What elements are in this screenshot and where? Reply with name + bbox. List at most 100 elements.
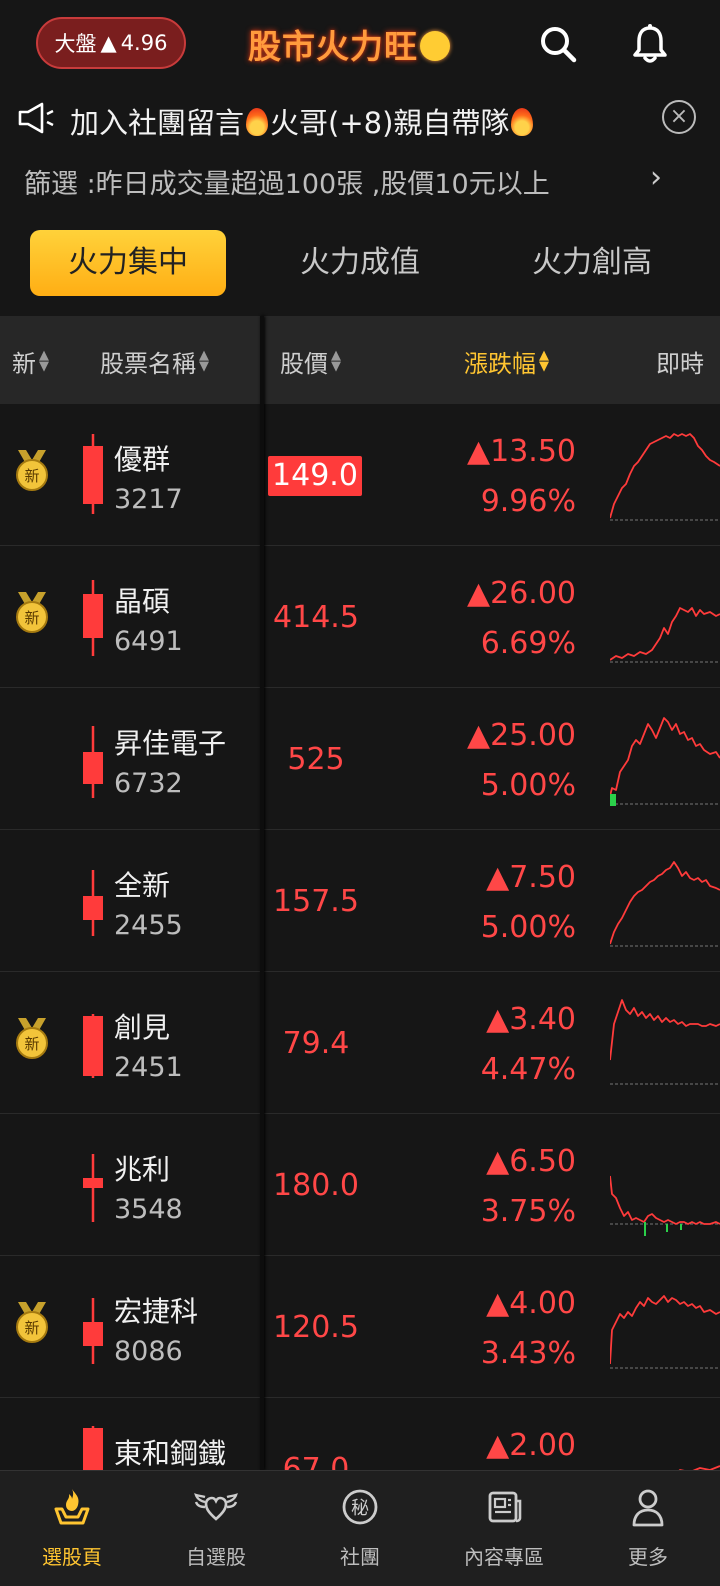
price-change: ▲2.00 bbox=[486, 1428, 576, 1463]
col-new[interactable]: 新 ▲ ▼ bbox=[12, 344, 49, 379]
price-change: ▲4.00 bbox=[486, 1286, 576, 1321]
brand-logo: 股市火力旺 bbox=[248, 20, 478, 70]
nav-more[interactable]: 更多 bbox=[576, 1471, 720, 1586]
stock-code: 3217 bbox=[114, 484, 183, 515]
svg-text:新: 新 bbox=[24, 1319, 39, 1337]
svg-text:新: 新 bbox=[24, 609, 39, 627]
table-row[interactable]: 新 晶碩 6491 414.5 ▲26.00 6.69% bbox=[0, 546, 720, 688]
table-row[interactable]: 新 宏捷科 8086 120.5 ▲4.00 3.43% bbox=[0, 1256, 720, 1398]
flame-icon bbox=[246, 108, 269, 136]
stock-name: 宏捷科 bbox=[114, 1295, 199, 1328]
stock-price: 157.5 bbox=[273, 884, 359, 919]
search-icon[interactable] bbox=[536, 22, 580, 66]
stock-price: 525 bbox=[287, 742, 345, 777]
col-realtime[interactable]: 即時 bbox=[656, 344, 704, 379]
intraday-sparkline bbox=[610, 1295, 720, 1369]
stock-name: 優群 bbox=[114, 443, 171, 476]
stock-price: 79.4 bbox=[282, 1026, 350, 1061]
stock-name: 東和鋼鐵 bbox=[114, 1437, 227, 1470]
stock-code: 2455 bbox=[114, 910, 183, 941]
new-medal-icon: 新 bbox=[16, 450, 48, 491]
stock-code: 6491 bbox=[114, 626, 183, 657]
announcement-bar[interactable]: 加入社團留言 火哥(+8)親自帶隊 × bbox=[0, 92, 720, 150]
intraday-sparkline bbox=[610, 607, 720, 663]
col-change[interactable]: 漲跌幅 ▲ ▼ bbox=[464, 344, 549, 379]
intraday-sparkline bbox=[610, 1175, 720, 1236]
bell-icon[interactable] bbox=[628, 22, 672, 66]
nav-stock-picking[interactable]: 選股頁 bbox=[0, 1471, 144, 1586]
person-icon bbox=[632, 1489, 664, 1527]
candlestick-icon bbox=[83, 870, 103, 936]
tab-fire-concentration[interactable]: 火力集中 bbox=[30, 230, 226, 296]
nav-watchlist[interactable]: 自選股 bbox=[144, 1471, 288, 1586]
secret-circle-icon: 秘 bbox=[342, 1489, 378, 1525]
filter-text: 篩選 :昨日成交量超過100張 ,股價10元以上 bbox=[24, 169, 550, 200]
stock-code: 2451 bbox=[114, 1052, 183, 1083]
tab-fire-new-high[interactable]: 火力創高 bbox=[494, 230, 690, 296]
stock-name: 全新 bbox=[114, 869, 171, 902]
bottom-nav: 選股頁 自選股 秘 社團 內容專區 更多 bbox=[0, 1470, 720, 1586]
stock-price: 414.5 bbox=[273, 600, 359, 635]
table-row[interactable]: 全新 2455 157.5 ▲7.50 5.00% bbox=[0, 830, 720, 972]
svg-text:新: 新 bbox=[24, 467, 39, 485]
col-name[interactable]: 股票名稱 ▲ ▼ bbox=[100, 344, 209, 379]
price-change: ▲26.00 bbox=[467, 576, 576, 611]
news-icon bbox=[488, 1491, 522, 1523]
index-value: 4.96 bbox=[120, 31, 168, 55]
tab-fire-turnover[interactable]: 火力成值 bbox=[262, 230, 458, 296]
frozen-column-divider bbox=[260, 316, 264, 1470]
sort-icon: ▲ ▼ bbox=[199, 348, 209, 374]
index-label: 大盤 bbox=[54, 32, 97, 56]
tab-bar: 火力集中 火力成值 火力創高 bbox=[0, 228, 720, 302]
svg-text:秘: 秘 bbox=[351, 1498, 369, 1519]
stock-code: 8086 bbox=[114, 1336, 183, 1367]
stock-price: 67.0 bbox=[282, 1452, 350, 1470]
price-change: ▲13.50 bbox=[467, 434, 576, 469]
stock-price: 180.0 bbox=[273, 1168, 359, 1203]
intraday-sparkline bbox=[610, 433, 720, 521]
chevron-right-icon[interactable]: › bbox=[650, 160, 662, 195]
megaphone-icon bbox=[18, 102, 54, 134]
stock-code: 6732 bbox=[114, 768, 183, 799]
stock-name: 昇佳電子 bbox=[114, 727, 227, 760]
nav-community[interactable]: 秘 社團 bbox=[288, 1471, 432, 1586]
filter-bar[interactable]: 篩選 :昨日成交量超過100張 ,股價10元以上 › bbox=[0, 150, 720, 210]
percent-change: 6.69% bbox=[480, 626, 576, 661]
candlestick-icon bbox=[83, 1014, 103, 1078]
table-row[interactable]: 東和鋼鐵 67.0 ▲2.00 bbox=[0, 1398, 720, 1470]
price-change: ▲6.50 bbox=[486, 1144, 576, 1179]
nav-content[interactable]: 內容專區 bbox=[432, 1471, 576, 1586]
price-change: ▲3.40 bbox=[486, 1002, 576, 1037]
candlestick-icon bbox=[83, 1154, 103, 1222]
sort-icon: ▲ ▼ bbox=[331, 348, 341, 374]
winged-heart-icon bbox=[194, 1493, 238, 1521]
candlestick-icon bbox=[83, 434, 103, 514]
percent-change: 3.75% bbox=[480, 1194, 576, 1229]
stock-code: 3548 bbox=[114, 1194, 183, 1225]
table-row[interactable]: 兆利 3548 180.0 ▲6.50 3.75% bbox=[0, 1114, 720, 1256]
stock-list: 新優群 3217 149.0 ▲13.50 9.96% 新晶碩 6491 414.5 ▲26.0… bbox=[0, 404, 720, 1470]
table-row[interactable]: 新 優群 3217 149.0 ▲13.50 9.96% bbox=[0, 404, 720, 546]
intraday-sparkline bbox=[610, 861, 720, 947]
flame-icon bbox=[511, 108, 534, 136]
new-medal-icon: 新 bbox=[16, 1302, 48, 1343]
intraday-sparkline bbox=[610, 717, 720, 806]
percent-change: 3.43% bbox=[480, 1336, 576, 1371]
percent-change: 5.00% bbox=[480, 768, 576, 803]
percent-change: 5.00% bbox=[480, 910, 576, 945]
close-announcement-button[interactable]: × bbox=[662, 100, 696, 134]
table-row[interactable]: 昇佳電子 6732 525 ▲25.00 5.00% bbox=[0, 688, 720, 830]
table-row[interactable]: 新 創見 2451 79.4 ▲3.40 4.47% bbox=[0, 972, 720, 1114]
index-arrow: ▲ bbox=[100, 31, 117, 55]
candlestick-icon bbox=[83, 1426, 103, 1470]
intraday-sparkline bbox=[678, 1465, 720, 1470]
price-change: ▲7.50 bbox=[486, 860, 576, 895]
market-index-pill[interactable]: 大盤 ▲ 4.96 bbox=[36, 17, 186, 69]
col-price[interactable]: 股價 ▲ ▼ bbox=[280, 344, 341, 379]
app-header: 大盤 ▲ 4.96 股市火力旺 bbox=[0, 0, 720, 88]
new-medal-icon: 新 bbox=[16, 1018, 48, 1059]
stock-name: 創見 bbox=[114, 1011, 171, 1044]
candlestick-icon bbox=[83, 726, 103, 798]
candlestick-icon bbox=[83, 1298, 103, 1364]
price-change: ▲25.00 bbox=[467, 718, 576, 753]
